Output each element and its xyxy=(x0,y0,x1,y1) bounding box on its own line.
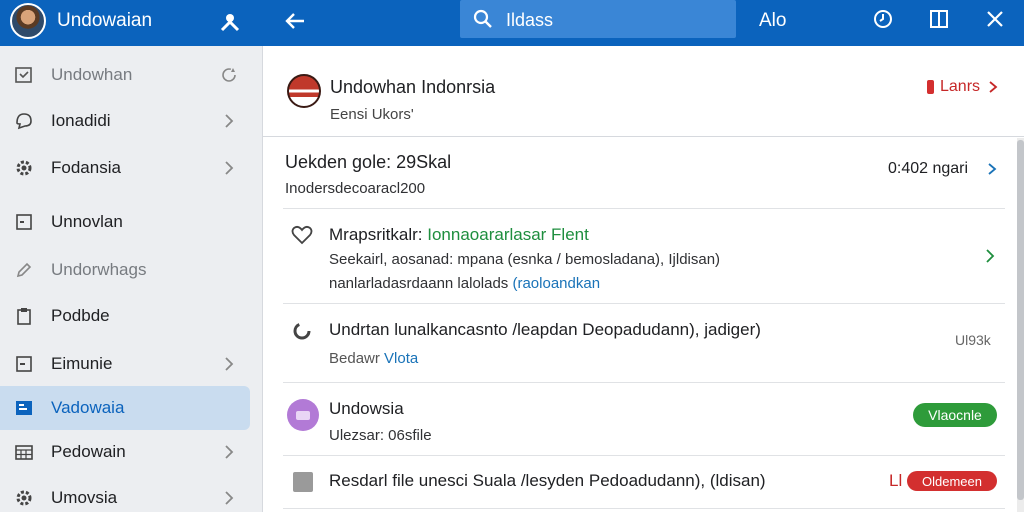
list-item[interactable]: Undowsia Ulezsar: 06sfile Vlaocnle xyxy=(283,383,1005,456)
sidebar-item-pedowain[interactable]: Pedowain xyxy=(0,430,250,474)
row-title-highlight: Ionnaoararlasar Flent xyxy=(427,225,589,244)
row-value: 0:402 ngari xyxy=(888,160,969,177)
row-value: Ul93k xyxy=(955,332,991,348)
row-subtitle: Inodersdecoaracl200 xyxy=(285,180,426,197)
list-item[interactable]: Uekden gole: 29Skal Inodersdecoaracl200 … xyxy=(283,138,1005,209)
row-description: Seekairl, aosanad: mpana (esnka / bemosl… xyxy=(329,251,721,268)
folder-avatar xyxy=(287,399,319,431)
chevron-right-icon xyxy=(989,81,998,93)
scrollbar-thumb[interactable] xyxy=(1017,140,1024,500)
checkbox-icon xyxy=(14,65,34,85)
row-description-text: nanlarladasrdaann lalolads xyxy=(329,275,509,292)
chevron-right-icon xyxy=(220,488,238,508)
sidebar-item-vadowaia[interactable]: Vadowaia xyxy=(0,386,250,430)
sidebar-item-label: Ionadidi xyxy=(51,111,111,130)
sidebar-item-label: Undorwhags xyxy=(51,260,147,279)
row-title-label: Mrapsritkalr: xyxy=(329,225,423,244)
square-icon xyxy=(14,212,34,232)
pencil-icon xyxy=(14,260,34,280)
chevron-right-icon xyxy=(988,163,997,175)
row-link[interactable]: (raoloandkan xyxy=(512,275,600,292)
back-arrow-icon[interactable] xyxy=(282,8,308,34)
header-card: Undowhan Indonrsia Eensi Ukors' Lanrs xyxy=(263,46,1024,137)
page-title: Undowhan Indonrsia xyxy=(330,77,496,97)
row-subtitle-text: Bedawr xyxy=(329,350,380,367)
search-input[interactable] xyxy=(504,4,728,36)
list-item[interactable]: Mrapsritkalr: Ionnaoararlasar Flent Seek… xyxy=(283,209,1005,304)
top-bar: Alo xyxy=(262,0,1024,46)
page-subtitle: Eensi Ukors' xyxy=(330,106,414,123)
row-title: Mrapsritkalr: Ionnaoararlasar Flent xyxy=(329,225,589,245)
sidebar-item-label: Umovsia xyxy=(51,488,118,507)
chevron-right-icon xyxy=(220,354,238,374)
search-icon xyxy=(472,8,494,30)
row-description-2: nanlarladasrdaann lalolads (raoloandkan xyxy=(329,275,600,292)
square-icon xyxy=(14,354,34,374)
main-content: Undowhan Indonrsia Eensi Ukors' Lanrs Ue… xyxy=(263,46,1024,512)
row-subtitle: Bedawr Vlota xyxy=(329,350,418,367)
row-badge-prefix: Ll xyxy=(889,471,903,490)
sidebar-item-label: Unnovlan xyxy=(51,212,123,231)
row-title: Uekden gole: 29Skal xyxy=(285,152,452,172)
list-item[interactable]: Resdarl file unesci Suala /lesyden Pedoa… xyxy=(283,456,1005,509)
list-item[interactable]: Undrtan lunalkancasnto /leapdan Deopadud… xyxy=(283,304,1005,383)
row-subtitle: Ulezsar: 06sfile xyxy=(329,427,432,444)
sidebar-item-undorwhags[interactable]: Undorwhags xyxy=(0,248,250,292)
sidebar-item-umovsia[interactable]: Umovsia xyxy=(0,476,250,520)
sidebar-item-label: Undowhan xyxy=(51,65,133,84)
window-icon[interactable] xyxy=(928,8,950,30)
gear-icon xyxy=(14,488,34,508)
chat-bubble-icon xyxy=(14,111,34,131)
person-icon[interactable] xyxy=(219,11,241,33)
sidebar-item-podbde[interactable]: Podbde xyxy=(0,294,250,338)
search-box[interactable] xyxy=(460,0,736,38)
sidebar-item-unnovlan[interactable]: Unnovlan xyxy=(0,200,250,244)
sidebar-item-label: Vadowaia xyxy=(51,398,125,417)
sidebar-item-label: Eimunie xyxy=(51,354,113,373)
clock-icon[interactable] xyxy=(872,8,894,30)
sidebar-item-undowhan[interactable]: Undowhan xyxy=(0,53,250,97)
sidebar-item-eimunie[interactable]: Eimunie xyxy=(0,342,250,386)
close-icon[interactable] xyxy=(984,8,1006,30)
row-title: Resdarl file unesci Suala /lesyden Pedoa… xyxy=(329,471,766,490)
row-title: Undrtan lunalkancasnto /leapdan Deopadud… xyxy=(329,320,761,339)
chevron-right-icon xyxy=(986,249,995,263)
sidebar-item-ionadidi[interactable]: Ionadidi xyxy=(0,99,250,143)
row-link[interactable]: Vlota xyxy=(384,350,418,367)
sidebar-item-fodansia[interactable]: Fodansia xyxy=(0,146,250,190)
refresh-icon[interactable] xyxy=(220,65,238,85)
status-badge: Vlaocnle xyxy=(913,403,997,427)
clipboard-icon xyxy=(14,306,34,326)
sidebar-item-label: Fodansia xyxy=(51,158,121,177)
gear-icon xyxy=(14,158,34,178)
topbar-label[interactable]: Alo xyxy=(759,10,786,32)
alert-icon xyxy=(927,80,934,94)
status-badge: Oldemeen xyxy=(907,471,997,491)
header-action-label: Lanrs xyxy=(940,78,981,95)
heart-icon[interactable] xyxy=(291,225,313,245)
calendar-icon xyxy=(14,442,34,462)
avatar[interactable] xyxy=(10,3,46,39)
sidebar-header: Undowaian xyxy=(0,0,262,46)
flag-icon xyxy=(287,74,321,108)
header-action-link[interactable]: Lanrs xyxy=(927,78,1000,96)
book-icon xyxy=(14,398,34,418)
chevron-right-icon xyxy=(220,158,238,178)
chevron-right-icon xyxy=(220,111,238,131)
sidebar: Undowaian Undowhan Ionadidi Fodansia Unn… xyxy=(0,0,263,512)
sidebar-item-label: Podbde xyxy=(51,306,110,325)
loading-icon xyxy=(291,320,313,342)
app-title: Undowaian xyxy=(57,10,153,31)
row-title: Undowsia xyxy=(329,399,404,418)
chevron-right-icon xyxy=(220,442,238,462)
file-icon xyxy=(293,472,313,492)
sidebar-item-label: Pedowain xyxy=(51,442,126,461)
